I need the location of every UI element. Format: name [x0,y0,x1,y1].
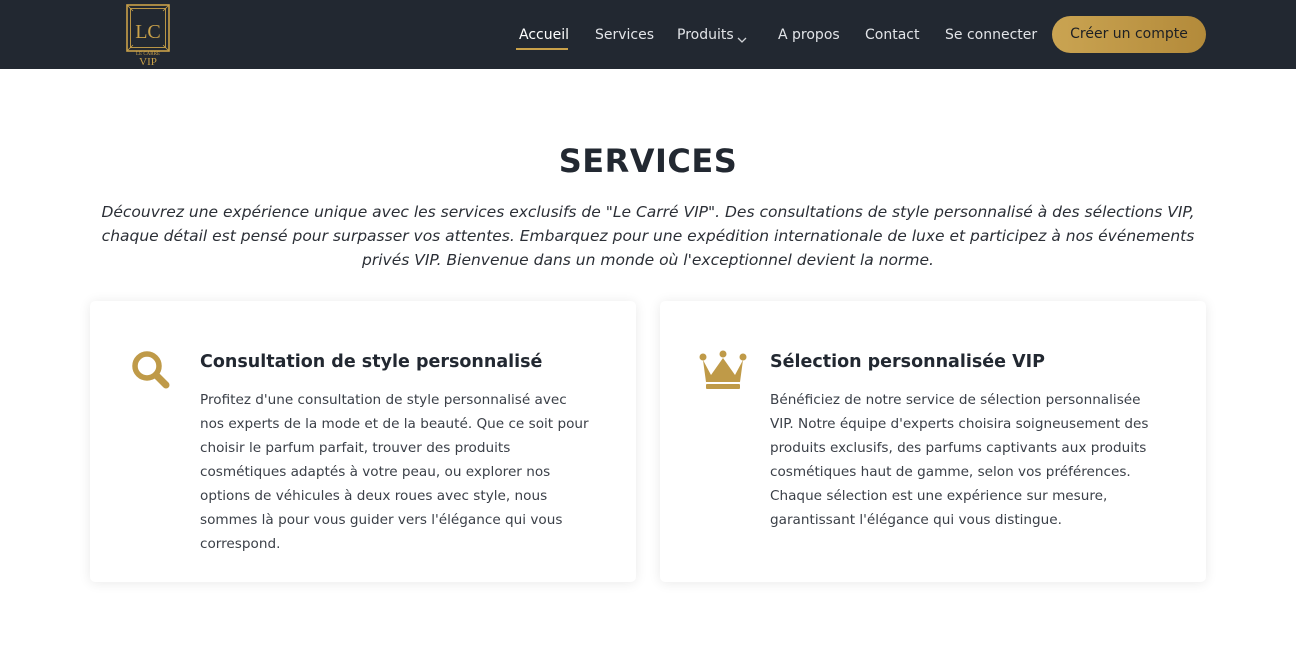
brand-logo[interactable]: LC LE CARRÉ VIP [125,4,171,66]
logo-suffix: VIP [139,56,157,66]
logo-initials: LC [135,21,161,43]
search-icon [128,349,176,393]
service-title: Sélection personnalisée VIP [770,352,1045,372]
page-title: SERVICES [558,142,738,180]
nav-contact[interactable]: Contact [865,25,919,45]
service-title: Consultation de style personnalisé [200,352,543,372]
service-card-consultation: Consultation de style personnalisé Profi… [90,301,636,582]
nav-active-indicator [516,48,568,50]
chevron-down-icon[interactable] [737,29,747,43]
nav-services[interactable]: Services [595,25,654,45]
nav-a-propos[interactable]: A propos [778,25,840,45]
create-account-button[interactable]: Créer un compte [1052,16,1206,53]
services-intro: Découvrez une expérience unique avec les… [101,203,1195,269]
navbar: LC LE CARRÉ VIP Accueil Services Produit… [0,0,1296,69]
nav-accueil[interactable]: Accueil [519,25,569,45]
nav-se-connecter[interactable]: Se connecter [945,25,1037,45]
nav-produits[interactable]: Produits [677,25,734,45]
service-description: Bénéficiez de notre service de sélection… [770,392,1149,528]
crown-icon [698,349,747,393]
service-card-selection: Sélection personnalisée VIP Bénéficiez d… [660,301,1206,582]
service-description: Profitez d'une consultation de style per… [200,392,589,552]
